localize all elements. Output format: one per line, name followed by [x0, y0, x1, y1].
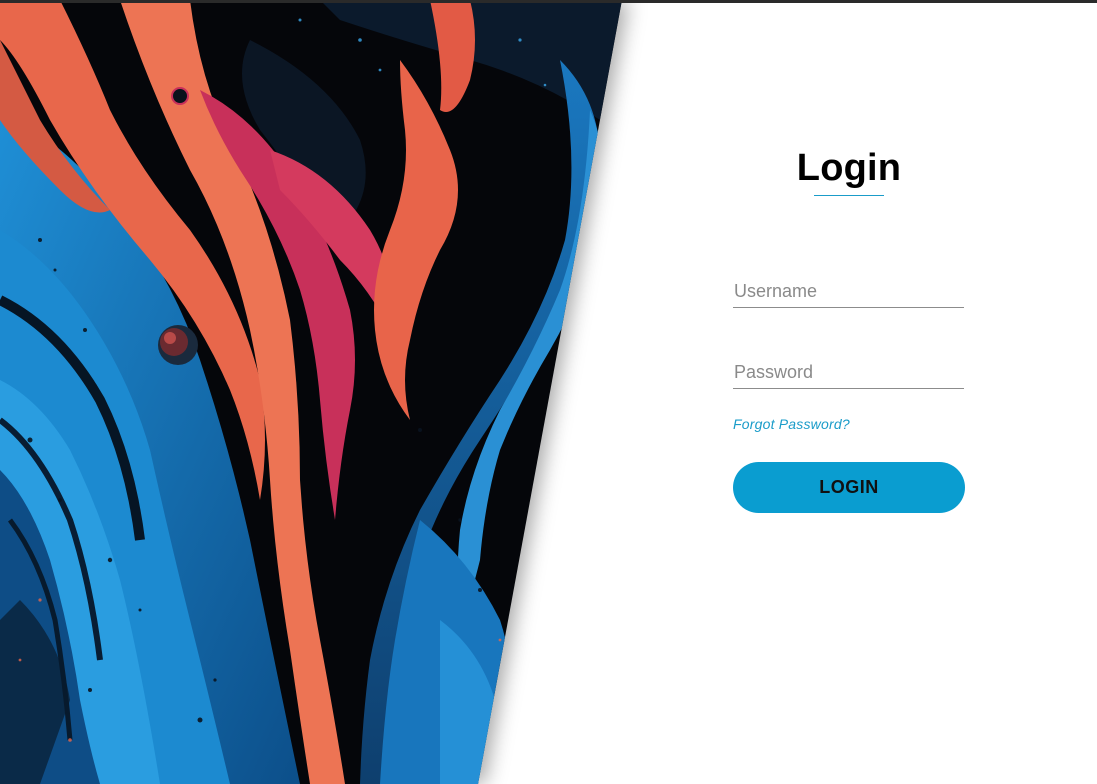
abstract-art-panel: [0, 0, 640, 784]
title-underline: [814, 195, 884, 196]
login-title: Login: [796, 147, 902, 189]
login-form: Login Forgot Password? LOGIN: [733, 0, 965, 784]
username-input[interactable]: [733, 278, 964, 308]
forgot-password-link[interactable]: Forgot Password?: [733, 416, 850, 432]
login-page: Login Forgot Password? LOGIN: [0, 0, 1097, 784]
login-button[interactable]: LOGIN: [733, 462, 965, 513]
top-border: [0, 0, 1097, 3]
password-input[interactable]: [733, 359, 964, 389]
abstract-fluid-art-image: [0, 0, 622, 784]
